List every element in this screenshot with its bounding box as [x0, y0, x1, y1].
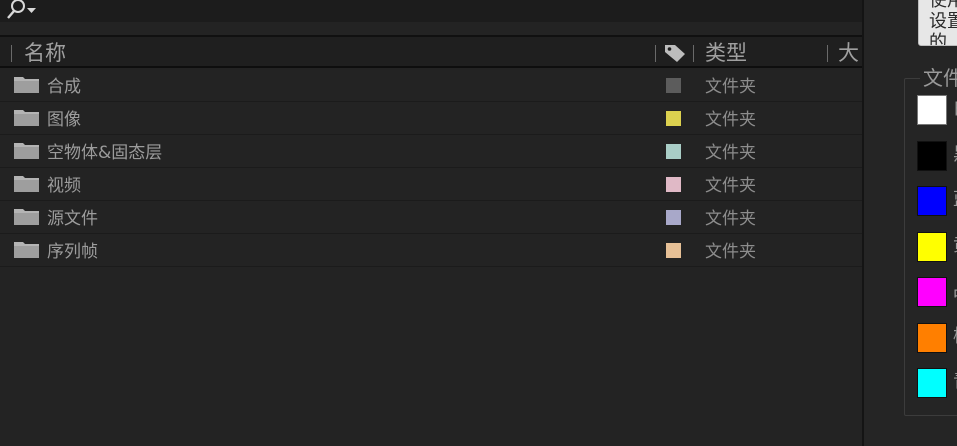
- color-swatch[interactable]: [917, 186, 947, 216]
- table-row[interactable]: 序列帧 文件夹: [0, 234, 862, 267]
- color-label: 黄: [953, 236, 957, 256]
- color-label: 品: [953, 281, 957, 301]
- file-name: 视频: [47, 176, 81, 196]
- label-swatch[interactable]: [666, 177, 681, 192]
- project-panel: 名称 类型 大 合成 文件夹 图像 文件夹 空物体&固态层 文件夹 视频 文件夹 源文件 文件夹序…: [0, 0, 862, 446]
- column-header-name[interactable]: 名称: [24, 40, 66, 66]
- file-type: 文件夹: [705, 242, 756, 262]
- folder-icon: [14, 241, 40, 259]
- folder-icon: [14, 142, 40, 160]
- folder-icon: [14, 76, 40, 94]
- column-header-type[interactable]: 类型: [705, 40, 747, 66]
- column-separator[interactable]: [11, 45, 12, 62]
- column-separator[interactable]: [655, 45, 656, 62]
- folder-icon: [14, 208, 40, 226]
- search-icon[interactable]: [6, 0, 40, 20]
- file-name: 序列帧: [47, 242, 98, 262]
- file-name: 空物体&固态层: [47, 143, 163, 163]
- color-label: 黑: [953, 145, 957, 165]
- settings-panel: 使用 设置 的 文件 白黑蓝黄品橙青: [864, 0, 957, 446]
- toolbar-gap: [0, 22, 862, 35]
- file-name: 源文件: [47, 209, 98, 229]
- file-type: 文件夹: [705, 176, 756, 196]
- file-type: 文件夹: [705, 77, 756, 97]
- description-line: 设置: [929, 11, 957, 32]
- column-header-size[interactable]: 大: [838, 40, 859, 66]
- table-row[interactable]: 源文件 文件夹: [0, 201, 862, 234]
- folder-icon: [14, 175, 40, 193]
- group-title: 文件: [920, 66, 957, 90]
- color-label: 白: [953, 99, 957, 119]
- file-name: 图像: [47, 110, 81, 130]
- tag-icon[interactable]: [664, 43, 686, 63]
- file-type: 文件夹: [705, 110, 756, 130]
- label-swatch[interactable]: [666, 243, 681, 258]
- file-name: 合成: [47, 77, 81, 97]
- label-swatch[interactable]: [666, 210, 681, 225]
- description-line: 的: [929, 32, 947, 46]
- color-label: 青: [953, 372, 957, 392]
- table-row[interactable]: 图像 文件夹: [0, 102, 862, 135]
- color-label: 橙: [953, 327, 957, 347]
- color-swatch[interactable]: [917, 95, 947, 125]
- file-type: 文件夹: [705, 209, 756, 229]
- color-swatch[interactable]: [917, 141, 947, 171]
- color-swatch[interactable]: [917, 323, 947, 353]
- label-swatch[interactable]: [666, 78, 681, 93]
- folder-icon: [14, 109, 40, 127]
- label-swatch[interactable]: [666, 111, 681, 126]
- table-row[interactable]: 视频 文件夹: [0, 168, 862, 201]
- table-row[interactable]: 空物体&固态层 文件夹: [0, 135, 862, 168]
- column-header: 名称 类型 大: [0, 35, 862, 68]
- color-swatch[interactable]: [917, 368, 947, 398]
- search-bar[interactable]: [0, 0, 862, 22]
- label-swatch[interactable]: [666, 144, 681, 159]
- column-separator[interactable]: [693, 45, 694, 62]
- description-line: 使用: [929, 0, 957, 11]
- description-box: 使用 设置 的: [918, 0, 957, 46]
- color-swatch[interactable]: [917, 277, 947, 307]
- color-swatch[interactable]: [917, 232, 947, 262]
- color-label: 蓝: [953, 190, 957, 210]
- column-separator[interactable]: [827, 45, 828, 62]
- file-type: 文件夹: [705, 143, 756, 163]
- table-row[interactable]: 合成 文件夹: [0, 69, 862, 102]
- file-list: 合成 文件夹 图像 文件夹 空物体&固态层 文件夹 视频 文件夹 源文件 文件夹 序列帧 文件夹: [0, 69, 862, 267]
